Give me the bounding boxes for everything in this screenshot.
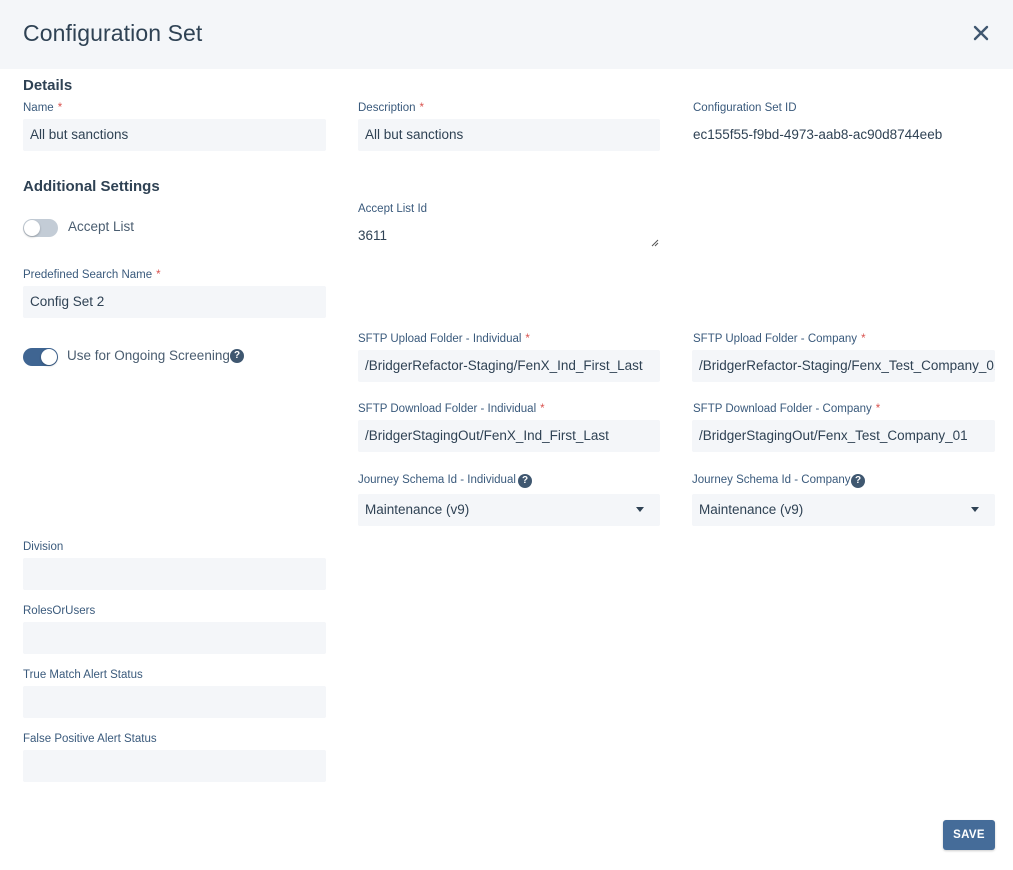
sftp-upload-company-input[interactable]: /BridgerRefactor-Staging/Fenx_Test_Compa… — [692, 350, 995, 382]
predefined-search-input[interactable]: Config Set 2 — [23, 286, 326, 318]
sftp-download-individual-input[interactable]: /BridgerStagingOut/FenX_Ind_First_Last — [358, 420, 660, 452]
true-match-input[interactable] — [23, 686, 326, 718]
sftp-upload-individual-input[interactable]: /BridgerRefactor-Staging/FenX_Ind_First_… — [358, 350, 660, 382]
predefined-search-label: Predefined Search Name * — [23, 269, 161, 281]
help-icon[interactable]: ? — [851, 474, 865, 488]
division-label: Division — [23, 541, 64, 553]
additional-settings-title: Additional Settings — [23, 178, 160, 195]
roles-or-users-label: RolesOrUsers — [23, 605, 96, 617]
required-marker: * — [57, 102, 63, 114]
required-marker: * — [419, 102, 425, 114]
false-positive-input[interactable] — [23, 750, 326, 782]
accept-list-id-textarea[interactable]: 3611 — [358, 220, 660, 248]
required-marker: * — [525, 333, 530, 345]
accept-list-id-value: 3611 — [358, 228, 388, 243]
journey-individual-select[interactable]: Maintenance (v9) — [358, 494, 660, 526]
resize-grip-icon[interactable] — [651, 239, 659, 247]
false-positive-label: False Positive Alert Status — [23, 733, 157, 745]
required-marker: * — [861, 333, 866, 345]
config-id-label: Configuration Set ID — [693, 102, 797, 114]
help-icon[interactable]: ? — [518, 474, 532, 488]
required-marker: * — [875, 403, 881, 415]
sftp-upload-company-label: SFTP Upload Folder - Company * — [693, 333, 866, 345]
accept-list-label: Accept List — [68, 219, 135, 234]
ongoing-screening-toggle[interactable] — [23, 348, 58, 366]
toggle-knob — [24, 220, 40, 236]
description-input[interactable]: All but sanctions — [358, 119, 660, 151]
required-marker: * — [156, 269, 161, 281]
ongoing-screening-label: Use for Ongoing Screening — [67, 348, 230, 363]
journey-individual-label: Journey Schema Id - Individual — [358, 474, 516, 486]
journey-individual-value: Maintenance (v9) — [365, 502, 470, 517]
modal-title: Configuration Set — [23, 20, 203, 46]
sftp-download-individual-label: SFTP Download Folder - Individual * — [358, 403, 545, 415]
division-input[interactable] — [23, 558, 326, 590]
accept-list-toggle[interactable] — [23, 219, 58, 237]
chevron-down-icon — [636, 507, 644, 512]
modal-header: Configuration Set — [0, 0, 1013, 69]
roles-or-users-input[interactable] — [23, 622, 326, 654]
required-marker: * — [540, 403, 545, 415]
journey-company-label: Journey Schema Id - Company — [692, 474, 851, 486]
chevron-down-icon — [971, 507, 979, 512]
save-button[interactable]: SAVE — [943, 820, 995, 850]
sftp-upload-individual-label: SFTP Upload Folder - Individual * — [358, 333, 530, 345]
name-input[interactable]: All but sanctions — [23, 119, 326, 151]
journey-company-value: Maintenance (v9) — [699, 502, 804, 517]
true-match-label: True Match Alert Status — [23, 669, 143, 681]
journey-company-select[interactable]: Maintenance (v9) — [692, 494, 995, 526]
config-id-value: ec155f55-f9bd-4973-aab8-ac90d8744eeb — [693, 127, 943, 142]
toggle-knob — [41, 349, 57, 365]
details-section-title: Details — [23, 77, 73, 94]
sftp-download-company-input[interactable]: /BridgerStagingOut/Fenx_Test_Company_01 — [692, 420, 995, 452]
description-label: Description * — [358, 102, 425, 114]
accept-list-id-label: Accept List Id — [358, 203, 428, 215]
help-icon[interactable]: ? — [230, 349, 244, 363]
sftp-download-company-label: SFTP Download Folder - Company * — [693, 403, 881, 415]
name-label: Name * — [23, 102, 63, 114]
close-icon[interactable] — [970, 22, 992, 44]
